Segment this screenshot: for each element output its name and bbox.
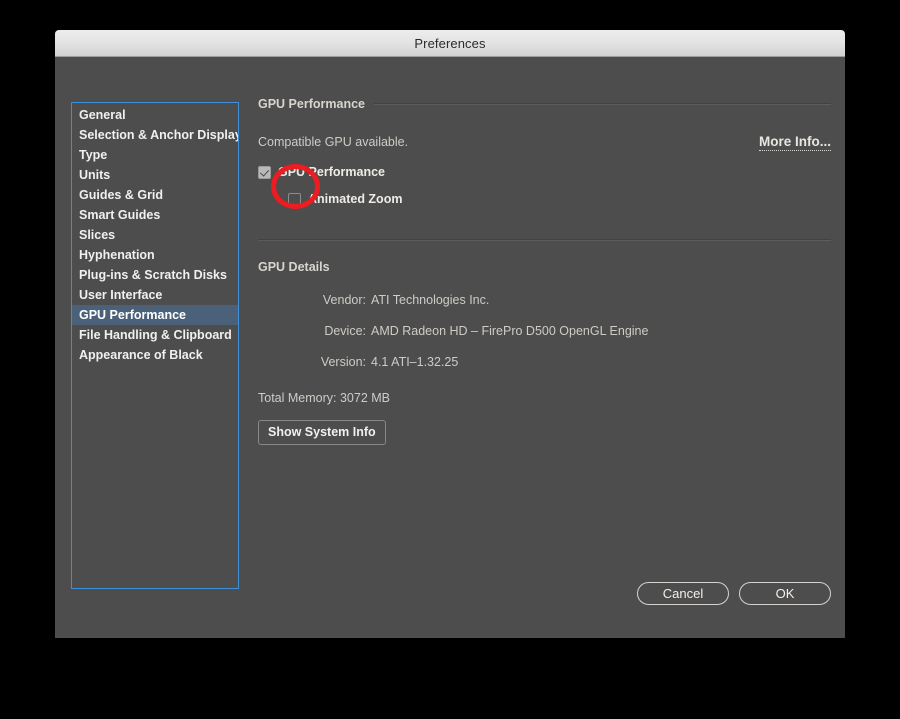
detail-label: Device: [324,324,366,338]
gpu-status-row: Compatible GPU available. More Info... [258,134,831,151]
detail-value: ATI Technologies Inc. [371,293,490,307]
sidebar-item-appearance-of-black[interactable]: Appearance of Black [72,345,238,365]
sidebar-item-plug-ins-scratch-disks[interactable]: Plug-ins & Scratch Disks [72,265,238,285]
sidebar-item-general[interactable]: General [72,105,238,125]
checkbox-label: Animated Zoom [308,192,403,206]
sidebar-item-file-handling-clipboard[interactable]: File Handling & Clipboard [72,325,238,345]
more-info-link[interactable]: More Info... [759,134,831,151]
preferences-dialog: Preferences General Selection & Anchor Di… [55,30,845,638]
sidebar-item-selection-anchor-display[interactable]: Selection & Anchor Display [72,125,238,145]
detail-label: Vendor: [322,293,366,307]
checkbox-group: GPU Performance Animated Zoom [258,165,831,206]
preferences-category-list[interactable]: General Selection & Anchor Display Type Uni… [71,102,239,589]
checkbox-row[interactable]: GPU Performance [258,165,831,179]
gpu-status-text: Compatible GPU available. [258,135,409,149]
dialog-title: Preferences [414,35,486,51]
checkbox-row[interactable]: Animated Zoom [288,192,831,206]
total-memory-text: Total Memory: 3072 MB [258,391,390,405]
checkbox-animated-zoom[interactable] [288,192,301,206]
dialog-body: General Selection & Anchor Display Type Uni… [55,57,845,638]
sidebar-item-smart-guides[interactable]: Smart Guides [72,205,238,225]
section-divider [373,103,831,105]
sidebar-item-user-interface[interactable]: User Interface [72,285,238,305]
sidebar-item-slices[interactable]: Slices [72,225,238,245]
sidebar-item-units[interactable]: Units [72,165,238,185]
details-divider [258,239,831,241]
detail-row: Vendor: ATI Technologies Inc. [258,293,831,307]
checkbox-label: GPU Performance [278,165,385,179]
show-system-info-button[interactable]: Show System Info [258,420,386,445]
gpu-details-list: Vendor: ATI Technologies Inc. Device: AMD R… [258,293,831,369]
sidebar-item-guides-grid[interactable]: Guides & Grid [72,185,238,205]
checkbox-gpu-performance[interactable] [258,165,271,179]
dialog-footer: Cancel OK [637,582,831,605]
sidebar-item-hyphenation[interactable]: Hyphenation [72,245,238,265]
cancel-button[interactable]: Cancel [637,582,729,605]
detail-row: Version: 4.1 ATI–1.32.25 [258,355,831,369]
dialog-titlebar: Preferences [55,30,845,57]
ok-button[interactable]: OK [739,582,831,605]
detail-row: Device: AMD Radeon HD – FirePro D500 Open… [258,324,831,338]
detail-label: Version: [320,355,366,369]
detail-value: AMD Radeon HD – FirePro D500 OpenGL Engi… [371,324,649,338]
section-header: GPU Performance [258,97,831,111]
gpu-details-title: GPU Details [258,260,330,274]
sidebar-item-gpu-performance[interactable]: GPU Performance [72,305,238,325]
gpu-performance-panel: GPU Performance Compatible GPU available… [258,97,831,638]
detail-value: 4.1 ATI–1.32.25 [371,355,459,369]
section-title: GPU Performance [258,97,365,111]
sidebar-item-type[interactable]: Type [72,145,238,165]
